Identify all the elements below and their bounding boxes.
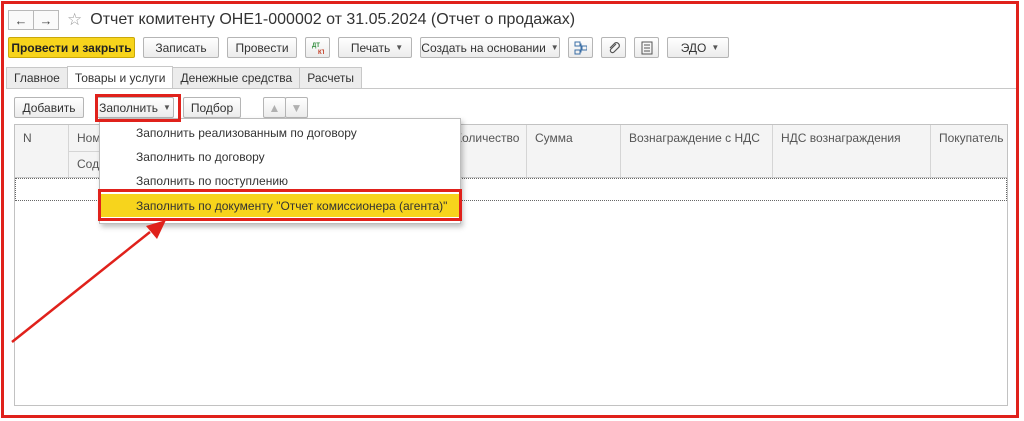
arrow-head <box>146 220 166 239</box>
red-arrow-annotation <box>11 220 166 343</box>
arrow-line <box>11 231 151 343</box>
